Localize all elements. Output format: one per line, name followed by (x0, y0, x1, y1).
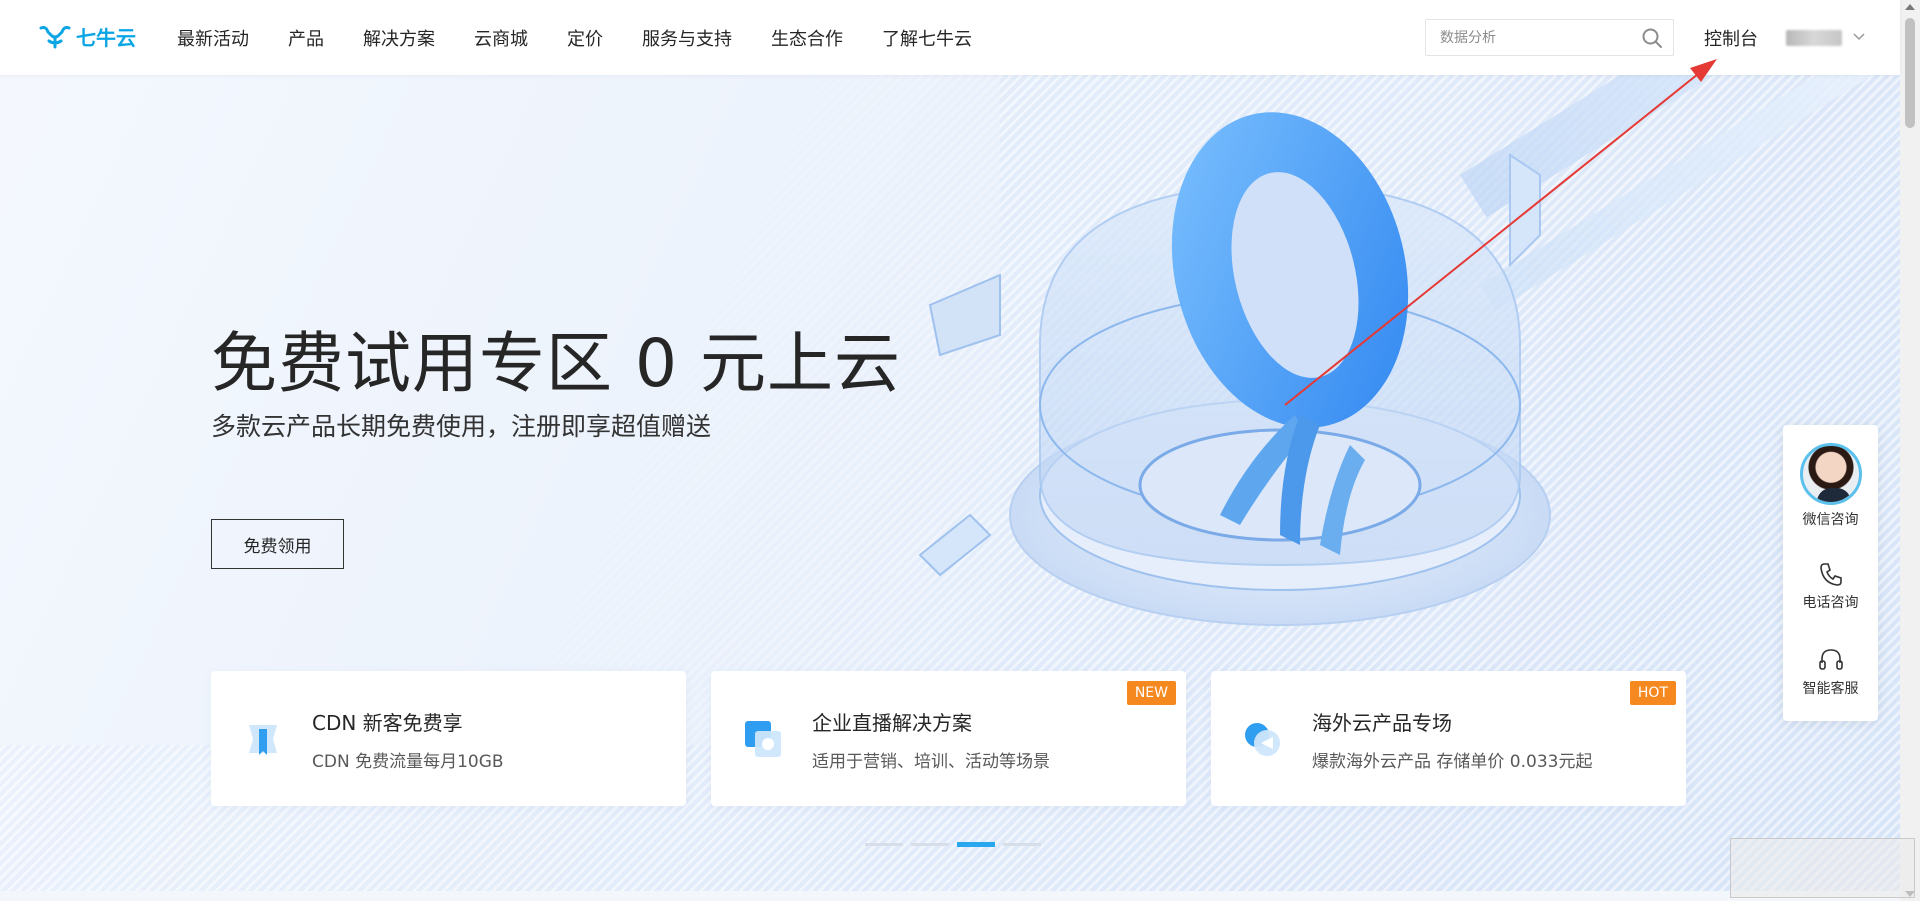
scroll-up-arrow-icon[interactable] (1905, 4, 1915, 10)
search-icon[interactable] (1641, 27, 1663, 49)
card-title: 企业直播解决方案 (812, 711, 972, 735)
carousel-dot[interactable] (865, 843, 903, 846)
hero-title: 免费试用专区 0 元上云 (211, 325, 901, 402)
smart-service-button[interactable]: 智能客服 (1783, 646, 1878, 698)
card-desc: 适用于营销、培训、活动等场景 (812, 752, 1050, 772)
promo-card-cdn[interactable]: CDN 新客免费享 CDN 免费流量每月10GB (211, 671, 686, 806)
nav-item-about[interactable]: 了解七牛云 (882, 25, 972, 51)
hero-illustration (918, 112, 1551, 626)
promo-card-overseas-cloud[interactable]: 海外云产品专场 爆款海外云产品 存储单价 0.033元起 HOT (1211, 671, 1686, 806)
nav-item-pricing[interactable]: 定价 (567, 25, 603, 51)
new-badge: NEW (1126, 681, 1176, 705)
wechat-consult-label: 微信咨询 (1802, 512, 1859, 528)
promo-card-live-stream[interactable]: 企业直播解决方案 适用于营销、培训、活动等场景 NEW (711, 671, 1186, 806)
ribbon-award-icon (249, 725, 277, 755)
chevron-down-icon[interactable] (1852, 30, 1866, 44)
page-bottom-strip (0, 891, 1900, 901)
nav-item-products[interactable]: 产品 (288, 25, 324, 51)
nav-item-solutions[interactable]: 解决方案 (363, 25, 435, 51)
page-scrollbar[interactable] (1900, 0, 1920, 901)
hot-badge: HOT (1629, 681, 1676, 705)
card-title: CDN 新客免费享 (312, 711, 463, 735)
phone-consult-button[interactable]: 电话咨询 (1783, 560, 1878, 612)
top-header: 七牛云 最新活动 产品 解决方案 云商城 定价 服务与支持 生态合作 了解七牛云… (0, 0, 1900, 75)
brand-logo[interactable]: 七牛云 (38, 22, 136, 51)
nav-item-service-support[interactable]: 服务与支持 (642, 25, 732, 51)
console-link[interactable]: 控制台 (1704, 25, 1758, 51)
search-input[interactable] (1440, 29, 1640, 46)
scrollbar-thumb[interactable] (1905, 18, 1915, 128)
nav-item-latest-activities[interactable]: 最新活动 (177, 25, 249, 51)
wechat-consult-button[interactable]: 微信咨询 (1783, 443, 1878, 529)
global-cloud-icon (1245, 723, 1280, 756)
card-desc: 爆款海外云产品 存储单价 0.033元起 (1312, 752, 1593, 772)
carousel-indicators (865, 842, 1041, 847)
card-desc: CDN 免费流量每月10GB (312, 752, 504, 772)
free-claim-button[interactable]: 免费领用 (211, 519, 344, 569)
qiniu-logo-icon (39, 25, 71, 48)
carousel-dot[interactable] (1003, 843, 1041, 846)
live-stream-icon (745, 721, 781, 757)
nav-item-cloud-market[interactable]: 云商城 (474, 25, 528, 51)
watermark-logo (1730, 838, 1915, 898)
agent-avatar (1799, 443, 1862, 505)
hero-subtitle: 多款云产品长期免费使用，注册即享超值赠送 (211, 412, 712, 441)
carousel-dot[interactable] (911, 843, 949, 846)
carousel-dot-active[interactable] (957, 842, 995, 847)
smart-service-label: 智能客服 (1802, 681, 1859, 697)
brand-name: 七牛云 (76, 26, 136, 50)
search-box (1425, 19, 1674, 56)
headset-icon (1818, 649, 1843, 670)
promo-cards: CDN 新客免费享 CDN 免费流量每月10GB 企业直播解决方案 适用于营销、… (211, 671, 1686, 806)
floating-service-panel: 微信咨询 电话咨询 智能客服 (1783, 425, 1878, 721)
phone-icon (1819, 563, 1842, 586)
main-nav: 最新活动 产品 解决方案 云商城 定价 服务与支持 生态合作 了解七牛云 (177, 0, 1011, 75)
account-name-blurred[interactable] (1786, 30, 1842, 46)
card-title: 海外云产品专场 (1312, 711, 1452, 735)
nav-item-ecosystem[interactable]: 生态合作 (771, 25, 843, 51)
hero-banner: 免费试用专区 0 元上云 多款云产品长期免费使用，注册即享超值赠送 免费领用 C… (0, 75, 1900, 891)
phone-consult-label: 电话咨询 (1802, 595, 1859, 611)
